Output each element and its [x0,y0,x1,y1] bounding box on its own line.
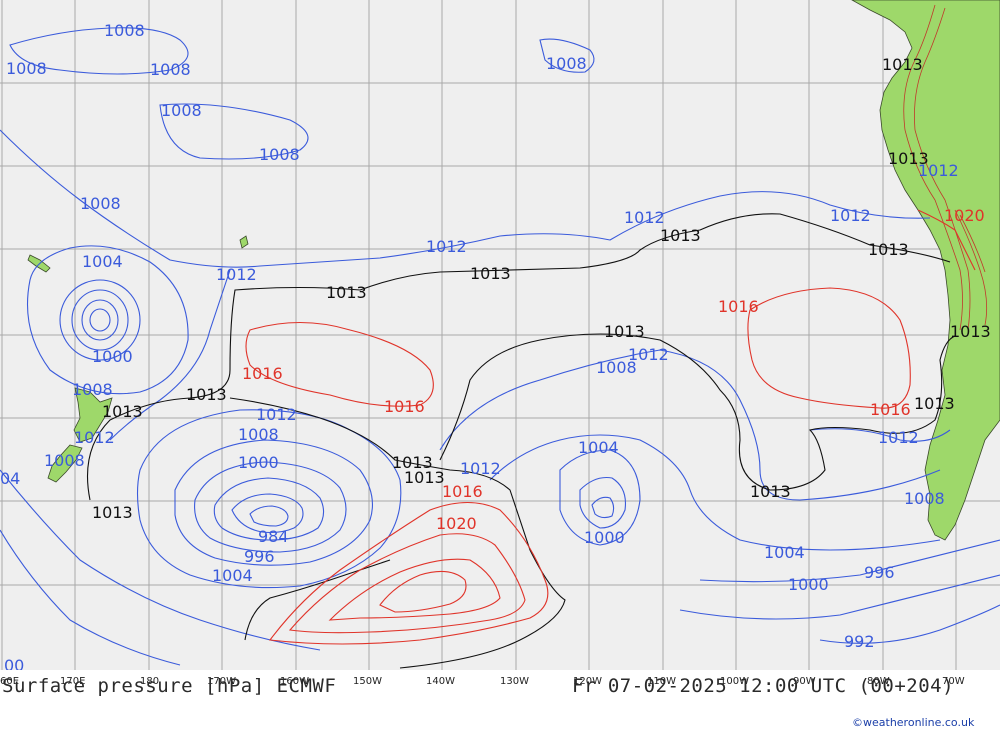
valid-time: Fr 07-02-2025 12:00 UTC (00+204) [572,675,955,697]
tick-label: 130W [500,676,529,687]
tick-label: 150W [353,676,382,687]
isobar-label: 1012 [216,265,257,284]
isobar-label: 1013 [868,240,909,259]
isobar-label: 1013 [750,482,791,501]
isobar-label: 1004 [82,252,123,271]
isobar-label: 1008 [238,425,279,444]
isobar-label: 1008 [6,59,47,78]
isobar-label: 1013 [326,283,367,302]
isobar-label: 1012 [256,405,297,424]
isobar-label: 1020 [944,206,985,225]
isobar-label: 1000 [584,528,625,547]
isobar-label: 992 [844,632,875,651]
isobar-label: 1016 [718,297,759,316]
isobar-label: 1013 [102,402,143,421]
isobar-label: 1000 [238,453,279,472]
isobar-label: 1008 [104,21,145,40]
isobar-label: 04 [0,469,20,488]
isobar-label: 1012 [426,237,467,256]
map-title: Surface pressure [hPa] ECMWF [2,675,337,697]
map-view: 1008 1008 1008 1008 1008 1008 1008 1004 … [0,0,1000,733]
isobar-label: 1016 [242,364,283,383]
isobar-label: 1008 [150,60,191,79]
isobar-label: 1008 [546,54,587,73]
isobar-label: 1013 [92,503,133,522]
isobar-label: 1013 [888,149,929,168]
isobar-label: 1013 [914,394,955,413]
isobar-label: 1012 [460,459,501,478]
isobar-label: 1013 [950,322,991,341]
isobar-label: 996 [244,547,275,566]
isobar-label: 1008 [80,194,121,213]
isobar-label: 1012 [878,428,919,447]
isobar-label: 1016 [384,397,425,416]
isobar-label: 1008 [72,380,113,399]
isobar-label: 1020 [436,514,477,533]
isobar-label: 996 [864,563,895,582]
isobar-label: 1013 [470,264,511,283]
isobar-label: 1016 [870,400,911,419]
isobar-label: 1008 [161,101,202,120]
isobar-label: 1013 [882,55,923,74]
isobar-label: 1013 [660,226,701,245]
pressure-map: 1008 1008 1008 1008 1008 1008 1008 1004 … [0,0,1000,733]
isobar-label: 1008 [904,489,945,508]
isobar-label: 1012 [624,208,665,227]
isobar-label: 1000 [92,347,133,366]
isobar-label: 1004 [578,438,619,457]
isobar-label: 1013 [186,385,227,404]
isobar-label: 1008 [596,358,637,377]
site-credit-link[interactable]: ©weatheronline.co.uk [852,716,974,729]
isobar-label: 1013 [404,468,445,487]
isobar-label: 1004 [212,566,253,585]
tick-label: 140W [426,676,455,687]
isobar-label: 1012 [74,428,115,447]
isobar-label: 1004 [764,543,805,562]
isobar-label: 1016 [442,482,483,501]
isobar-label: 1013 [604,322,645,341]
isobar-label: 1008 [44,451,85,470]
isobar-label: 984 [258,527,289,546]
isobar-label: 1012 [830,206,871,225]
isobar-label: 1008 [259,145,300,164]
isobar-label: 1000 [788,575,829,594]
